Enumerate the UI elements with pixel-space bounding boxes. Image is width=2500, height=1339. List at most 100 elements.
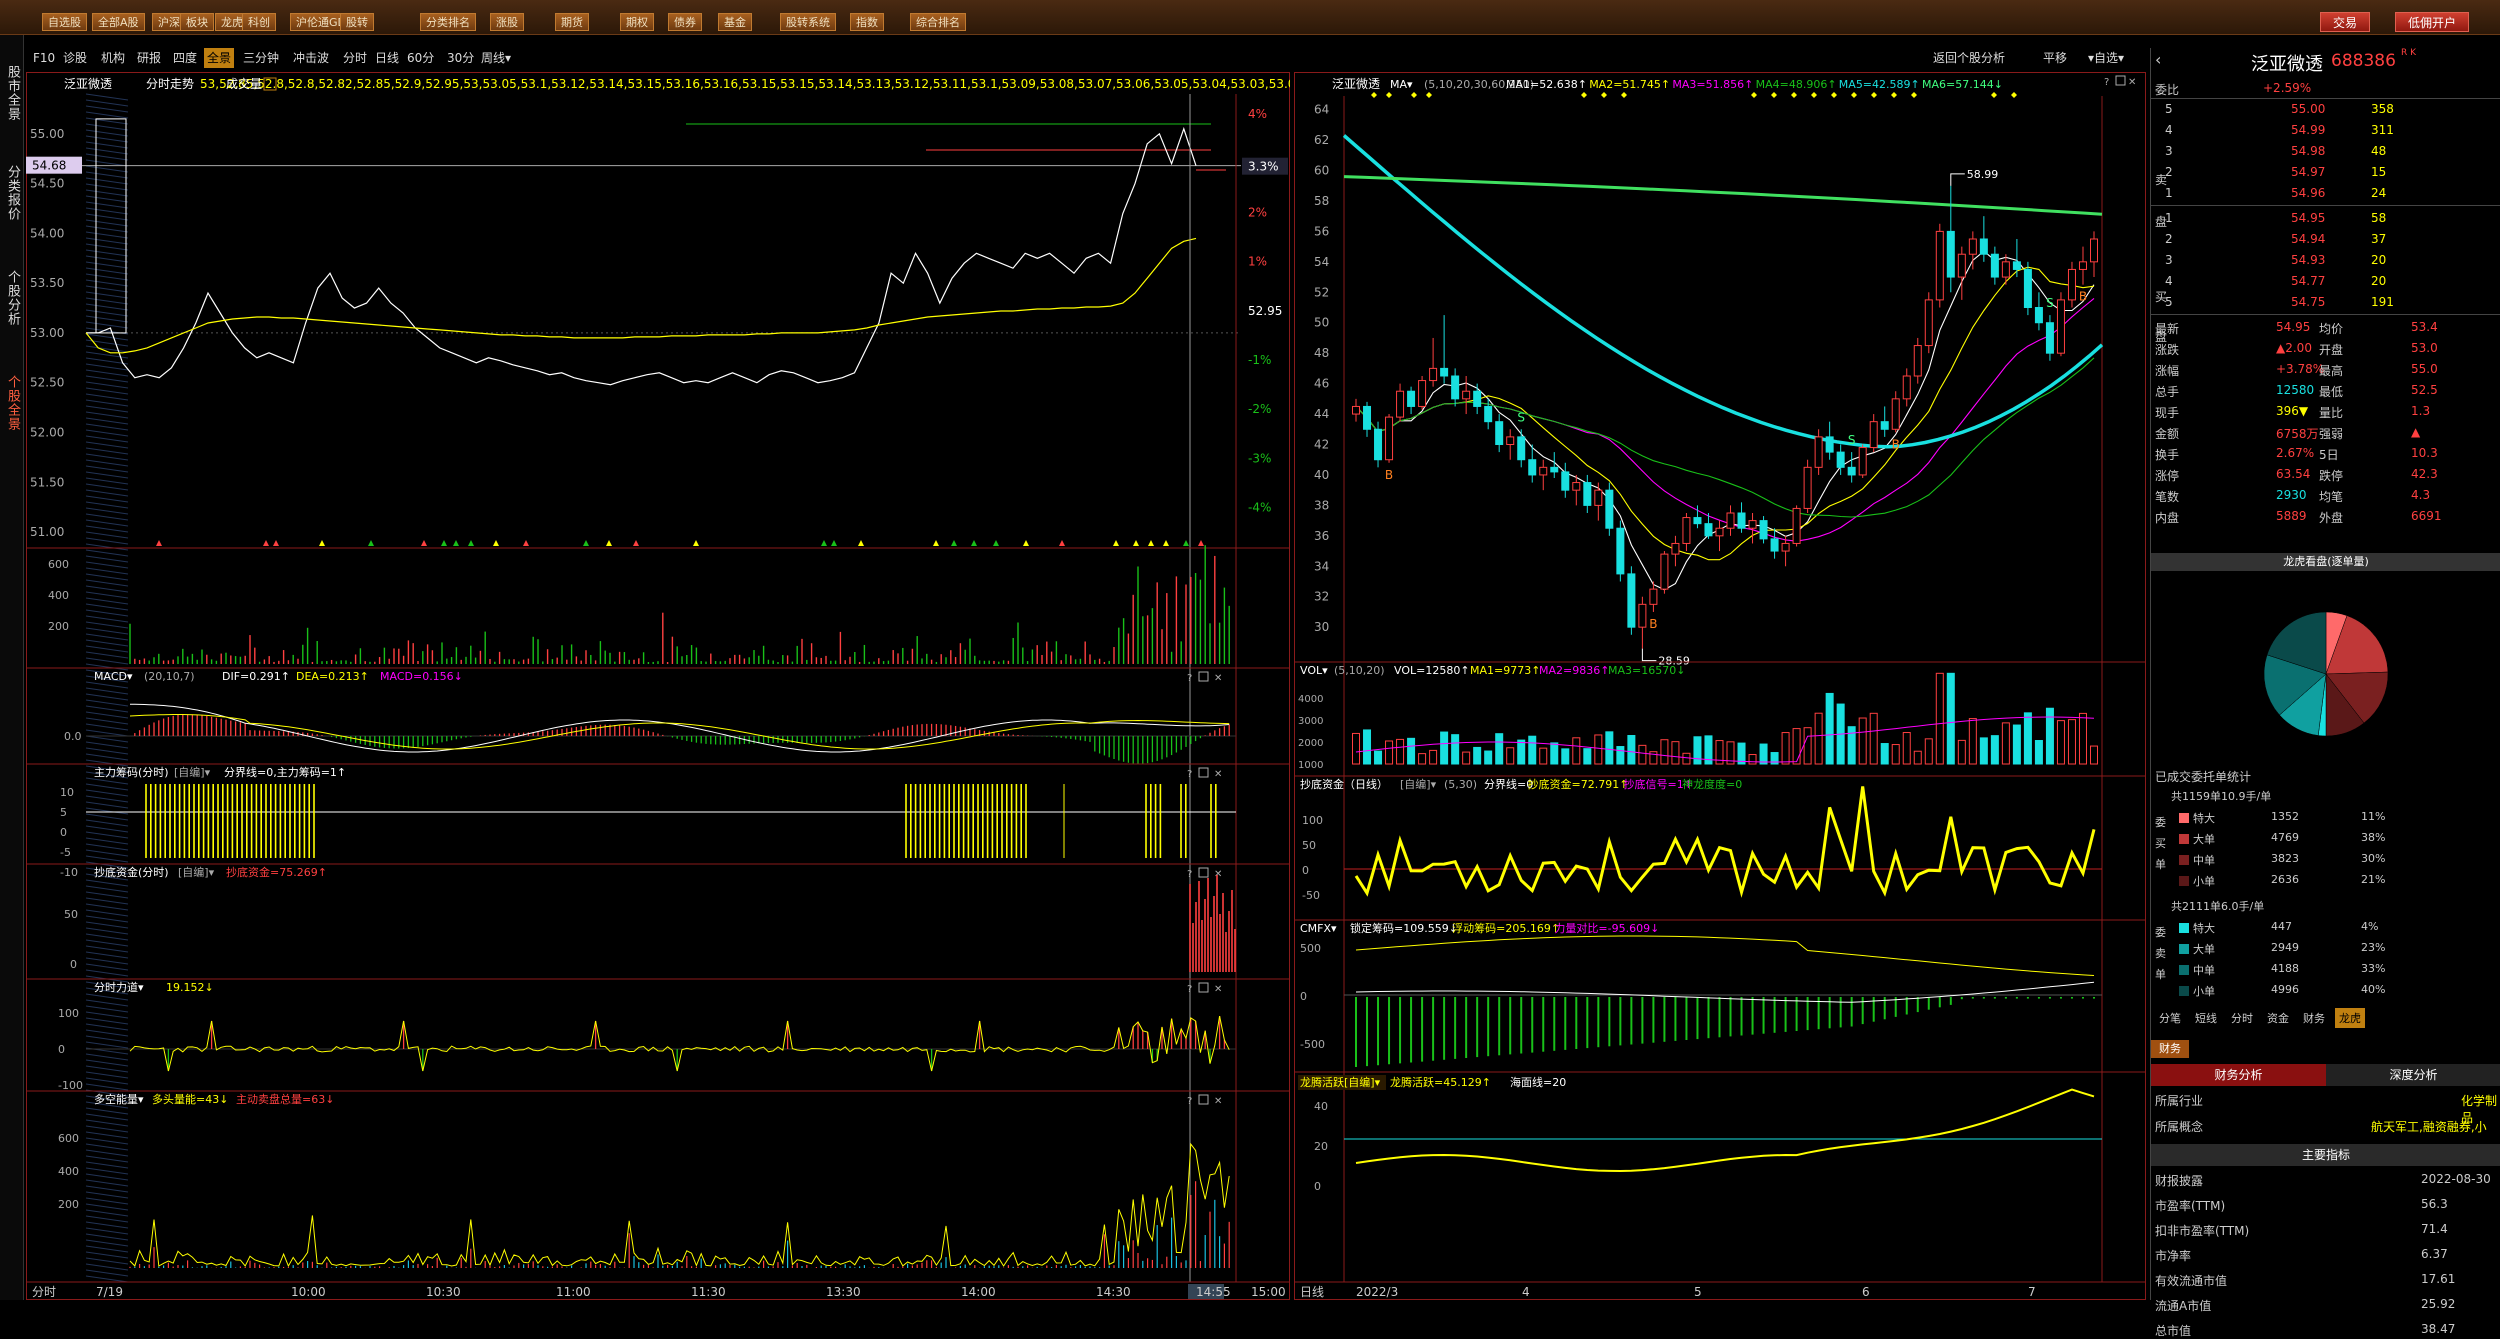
hatch	[85, 153, 129, 161]
cdzj-daily-line	[1354, 786, 2096, 898]
daily-time-tick: 2022/3	[1356, 1285, 1398, 1299]
daily-vol-bar	[1671, 741, 1680, 765]
view-tab-1[interactable]: 诊股	[60, 48, 90, 68]
candle-body	[1957, 253, 1966, 278]
trade-button[interactable]: 交易	[2320, 12, 2371, 32]
view-tab-4[interactable]: 四度	[170, 48, 200, 68]
toolbar-btn-8[interactable]: 分类排名	[420, 13, 476, 31]
order-label: 小单	[2193, 875, 2215, 888]
back-icon[interactable]: ‹	[2155, 50, 2161, 69]
quote-tab-5[interactable]: 龙虎	[2335, 1008, 2365, 1028]
panel-close-icon: ✕	[1214, 1096, 1222, 1107]
toolbar-btn-16[interactable]: 综合排名	[910, 13, 966, 31]
view-tab-9[interactable]: 日线	[372, 48, 402, 68]
dkn-tick: 200	[58, 1198, 79, 1211]
toolbar-btn-0[interactable]: 自选股	[42, 13, 87, 31]
hatch	[85, 99, 129, 107]
panel-max-icon[interactable]	[1198, 982, 1209, 993]
lthy-sea: 海面线=20	[1510, 1075, 1566, 1089]
quote-row: 1 54.95 58	[2151, 208, 2500, 229]
toolbar-btn-3[interactable]: 板块	[180, 13, 214, 31]
quote-cell: 4	[2165, 123, 2173, 137]
sidebar-tab-3[interactable]: 个股全景	[2, 355, 22, 450]
panel-max-icon[interactable]	[1198, 671, 1209, 682]
candle-body	[1990, 253, 1999, 278]
candle-body	[1572, 482, 1581, 491]
daily-vol-bar	[1935, 672, 1944, 765]
quote-cell: 涨幅	[2155, 364, 2180, 378]
bs-signal: B	[2079, 290, 2087, 304]
row2-right-2[interactable]: ▾自选▾	[2085, 48, 2127, 68]
vol-tick: 1000	[1298, 760, 1323, 771]
sidebar-tab-1[interactable]: 分类报价	[2, 145, 22, 240]
daily-vol-bar	[2056, 720, 2065, 765]
view-tab-8[interactable]: 分时	[340, 48, 370, 68]
toolbar-btn-13[interactable]: 基金	[718, 13, 752, 31]
view-tab-10[interactable]: 60分	[404, 48, 437, 68]
sidebar-tab-2[interactable]: 个股分析	[2, 250, 22, 345]
quote-cell: 54.93	[2291, 253, 2326, 267]
view-tab-2[interactable]: 机构	[98, 48, 128, 68]
order-label: 小单	[2193, 985, 2215, 998]
candle-body	[2034, 307, 2043, 324]
panel-max-icon[interactable]	[1198, 767, 1209, 778]
daily-chart[interactable]: 泛亚微透 MA▾ (5,10,20,30,60,250)MA1=52.638↑ MA2…	[1294, 72, 2146, 1300]
finance-tab[interactable]: 财务	[2151, 1040, 2189, 1058]
daily-vol-bar	[1924, 738, 1933, 765]
quote-tab-0[interactable]: 分笔	[2155, 1008, 2185, 1028]
quote-tab-4[interactable]: 财务	[2299, 1008, 2329, 1028]
intraday-chart[interactable]: 泛亚微透 分时走势 53,52.85,52.8,52.8,52.82,52.85,5…	[26, 72, 1290, 1300]
toolbar-btn-5[interactable]: 科创	[242, 13, 276, 31]
hatch	[85, 411, 129, 419]
open-account-button[interactable]: 低佣开户	[2395, 12, 2470, 32]
quote-cell: 15	[2371, 165, 2387, 179]
view-tab-7[interactable]: 冲击波	[290, 48, 332, 68]
hatch	[85, 1227, 129, 1235]
candle-body	[2090, 238, 2098, 263]
toolbar-btn-14[interactable]: 股转系统	[780, 13, 836, 31]
quote-cell: 191	[2371, 295, 2394, 309]
quote-cell: 20	[2371, 253, 2387, 267]
quote-cell: 311	[2371, 123, 2394, 137]
candle-body	[1440, 367, 1449, 377]
row2-right-0[interactable]: 返回个股分析	[1930, 48, 2008, 68]
toolbar-btn-10[interactable]: 期货	[555, 13, 589, 31]
daily-vol-bar	[1946, 672, 1955, 765]
view-tab-3[interactable]: 研报	[134, 48, 164, 68]
quote-cell: 42.3	[2411, 467, 2438, 481]
toolbar-btn-1[interactable]: 全部A股	[92, 13, 145, 31]
panel-max-icon[interactable]	[1198, 1094, 1209, 1105]
hatch	[85, 957, 129, 965]
toolbar-btn-15[interactable]: 指数	[850, 13, 884, 31]
toolbar-btn-9[interactable]: 涨股	[490, 13, 524, 31]
quote-tab-1[interactable]: 短线	[2191, 1008, 2221, 1028]
event-marker	[1991, 92, 1997, 98]
view-tab-0[interactable]: F10	[30, 48, 58, 68]
candle-body	[1561, 471, 1570, 491]
view-tab-5[interactable]: 全景	[204, 48, 235, 68]
daily-vol-bar	[1759, 743, 1768, 765]
row2-right-1[interactable]: 平移	[2040, 48, 2070, 68]
cmfx-value: 锁定筹码=109.559↓	[1350, 921, 1458, 935]
order-value: 4769	[2271, 831, 2299, 844]
toolbar-btn-12[interactable]: 债券	[668, 13, 702, 31]
panel-close-icon: ✕	[1214, 984, 1222, 995]
sidebar-tab-0[interactable]: 股市全景	[2, 45, 22, 140]
event-marker	[1411, 92, 1417, 98]
hatch	[85, 591, 129, 599]
hatch	[85, 1203, 129, 1211]
quote-tab-3[interactable]: 资金	[2263, 1008, 2293, 1028]
quote-cell: 4	[2165, 274, 2173, 288]
hatch	[85, 711, 129, 719]
quote-tab-2[interactable]: 分时	[2227, 1008, 2257, 1028]
toolbar-btn-11[interactable]: 期权	[620, 13, 654, 31]
finance-btn-1[interactable]: 深度分析	[2326, 1064, 2500, 1086]
view-tab-12[interactable]: 周线▾	[478, 48, 514, 68]
view-tab-11[interactable]: 30分	[444, 48, 477, 68]
hatch	[85, 129, 129, 137]
panel-max-icon[interactable]	[1198, 867, 1209, 878]
finance-btn-0[interactable]: 财务分析	[2151, 1064, 2326, 1086]
panel-max-icon[interactable]	[2115, 75, 2126, 86]
view-tab-6[interactable]: 三分钟	[240, 48, 282, 68]
toolbar-btn-7[interactable]: 股转	[340, 13, 374, 31]
